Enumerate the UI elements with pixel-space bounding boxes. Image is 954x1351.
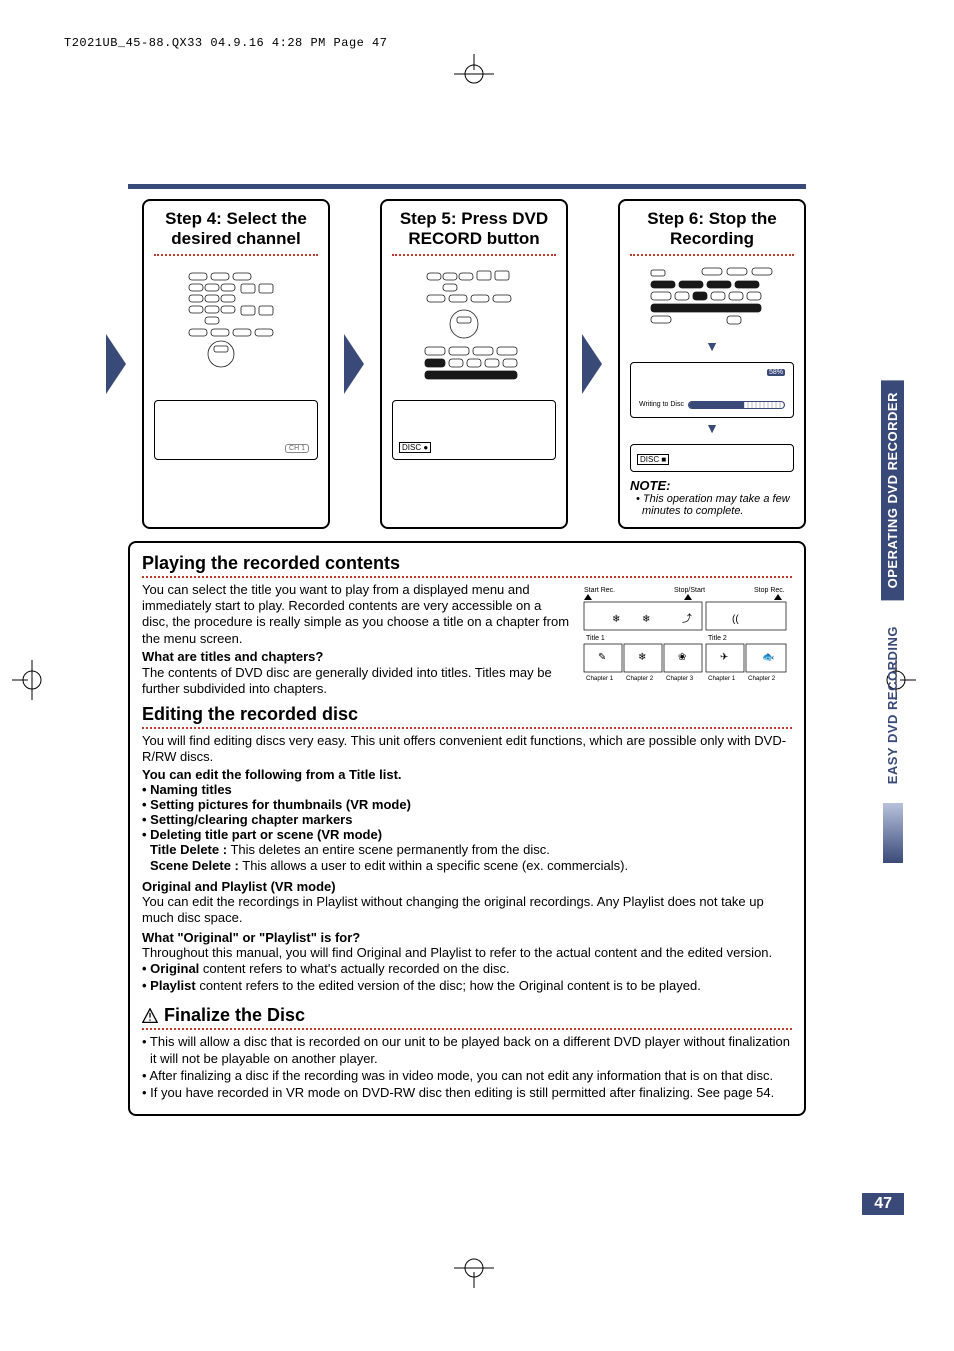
playing-subhead: What are titles and chapters? <box>142 649 570 665</box>
finalize-heading: Finalize the Disc <box>142 1005 792 1026</box>
editing-subhead: What "Original" or "Playlist" is for? <box>142 930 792 945</box>
svg-text:❄: ❄ <box>638 652 646 663</box>
step-arrow-icon <box>582 199 604 529</box>
bullet-item: • Deleting title part or scene (VR mode) <box>142 827 792 842</box>
editing-subhead: Original and Playlist (VR mode) <box>142 879 792 894</box>
playing-heading: Playing the recorded contents <box>142 553 792 574</box>
tv-screen-step6: DISC ■ <box>630 444 794 472</box>
step-4-title: Step 4: Select the desired channel <box>154 209 318 250</box>
progress-bar <box>688 401 785 409</box>
diagram-label: Chapter 1 <box>586 675 614 682</box>
page-top-bar <box>128 184 806 189</box>
playing-paragraph: The contents of DVD disc are generally d… <box>142 665 570 698</box>
disc-stop-osd: DISC ■ <box>637 454 669 465</box>
diagram-label: Chapter 2 <box>748 675 776 682</box>
remote-illustration <box>154 264 318 394</box>
svg-text:❄: ❄ <box>642 614 650 625</box>
diagram-label: Start Rec. <box>584 587 615 594</box>
tv-screen-step4: CH 1 <box>154 400 318 460</box>
step-4-box: Step 4: Select the desired channel <box>142 199 330 529</box>
definition-line: Scene Delete : This allows a user to edi… <box>142 858 792 874</box>
steps-row: Step 4: Select the desired channel <box>128 199 806 529</box>
step-6-box: Step 6: Stop the Recording ▼ <box>618 199 806 529</box>
editing-subhead: You can edit the following from a Title … <box>142 767 792 782</box>
note-heading: NOTE: <box>630 478 794 493</box>
bullet-item: • Setting/clearing chapter markers <box>142 812 792 827</box>
diagram-label: Chapter 2 <box>626 675 654 682</box>
editing-heading: Editing the recorded disc <box>142 704 792 725</box>
side-tabs: OPERATING DVD RECORDER EASY DVD RECORDIN… <box>881 380 904 863</box>
svg-text:✎: ✎ <box>598 652 606 663</box>
editing-paragraph: You will find editing discs very easy. T… <box>142 733 792 766</box>
diagram-label: Chapter 3 <box>666 675 694 682</box>
editing-paragraph: You can edit the recordings in Playlist … <box>142 894 792 927</box>
step-arrow-icon <box>106 199 128 529</box>
crop-mark-left <box>12 660 52 700</box>
page-number: 47 <box>862 1193 904 1215</box>
title-chapter-diagram: Start Rec. Stop/Start Stop Rec. ❄ ❄ ⤴ ((… <box>582 582 792 698</box>
bullet-item: • If you have recorded in VR mode on DVD… <box>142 1085 792 1102</box>
bullet-item: • After finalizing a disc if the recordi… <box>142 1068 792 1085</box>
finalize-title-text: Finalize the Disc <box>164 1005 305 1026</box>
side-tab-secondary: EASY DVD RECORDING <box>881 614 904 796</box>
down-arrow-icon: ▼ <box>630 420 794 436</box>
side-tab-tail <box>883 803 903 863</box>
crop-mark-bottom <box>454 1248 494 1288</box>
bullet-item: • Playlist content refers to the edited … <box>142 978 792 995</box>
progress-label: Writing to Disc <box>639 401 684 408</box>
down-arrow-icon: ▼ <box>630 338 794 354</box>
dotted-divider <box>142 576 792 578</box>
bullet-item: • This will allow a disc that is recorde… <box>142 1034 792 1068</box>
tv-screen-progress: 58% Writing to Disc <box>630 362 794 418</box>
remote-illustration <box>630 264 794 336</box>
diagram-label: Stop Rec. <box>754 587 785 594</box>
channel-osd: CH 1 <box>285 444 309 453</box>
dotted-divider <box>142 1028 792 1030</box>
svg-text:✈: ✈ <box>720 652 728 663</box>
definition-line: Title Delete : This deletes an entire sc… <box>142 842 792 858</box>
crop-mark-top <box>454 54 494 94</box>
step-5-title: Step 5: Press DVD RECORD button <box>392 209 556 250</box>
svg-text:❄: ❄ <box>612 614 620 625</box>
tv-screen-step5: DISC ● <box>392 400 556 460</box>
diagram-label: Stop/Start <box>674 587 705 594</box>
svg-text:((: (( <box>732 614 739 625</box>
bullet-item: • Setting pictures for thumbnails (VR mo… <box>142 797 792 812</box>
step-6-title: Step 6: Stop the Recording <box>630 209 794 250</box>
warning-icon <box>142 1008 158 1024</box>
diagram-label: Title 2 <box>708 635 727 642</box>
note-text: • This operation may take a few minutes … <box>630 493 794 517</box>
svg-text:🐟: 🐟 <box>762 652 774 663</box>
dotted-divider <box>142 727 792 729</box>
step-5-box: Step 5: Press DVD RECORD button <box>380 199 568 529</box>
remote-illustration <box>392 264 556 394</box>
progress-percent: 58% <box>767 369 785 376</box>
bullet-item: • Naming titles <box>142 782 792 797</box>
dotted-divider <box>154 254 318 256</box>
playing-paragraph: You can select the title you want to pla… <box>142 582 570 647</box>
dotted-divider <box>630 254 794 256</box>
diagram-label: Title 1 <box>586 635 605 642</box>
dotted-divider <box>392 254 556 256</box>
editing-paragraph: Throughout this manual, you will find Or… <box>142 945 792 961</box>
svg-text:⤴: ⤴ <box>682 612 692 625</box>
print-header: T2021UB_45-88.QX33 04.9.16 4:28 PM Page … <box>64 36 387 50</box>
side-tab-active: OPERATING DVD RECORDER <box>881 380 904 600</box>
diagram-label: Chapter 1 <box>708 675 736 682</box>
body-frame: Playing the recorded contents You can se… <box>128 541 806 1116</box>
svg-text:❀: ❀ <box>678 652 686 663</box>
bullet-item: • Original content refers to what's actu… <box>142 961 792 978</box>
step-arrow-icon <box>344 199 366 529</box>
disc-rec-osd: DISC ● <box>399 442 431 453</box>
